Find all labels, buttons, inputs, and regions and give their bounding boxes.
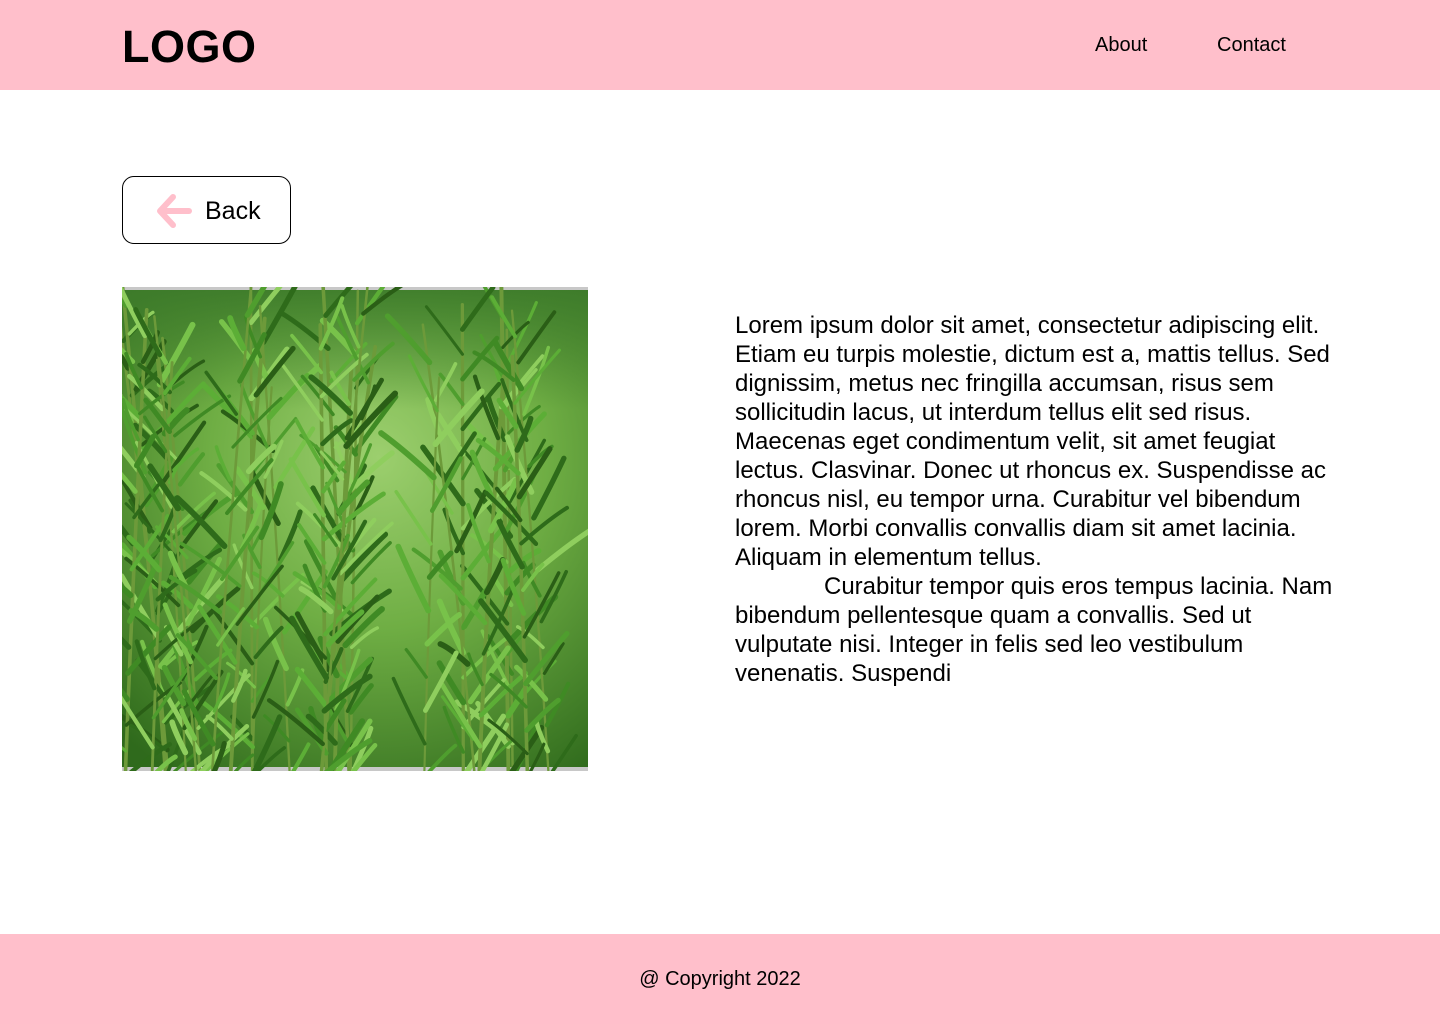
rosemary-photo <box>122 287 588 771</box>
body-text: Lorem ipsum dolor sit amet, consectetur … <box>735 311 1335 688</box>
body-paragraph-1: Lorem ipsum dolor sit amet, consectetur … <box>735 312 1330 571</box>
back-button-label: Back <box>205 197 261 225</box>
site-footer: @ Copyright 2022 <box>0 934 1440 1024</box>
page: LOGO About Contact Back Lorem ipsum dolo… <box>0 0 1440 1024</box>
body-paragraph-2: Curabitur tempor quis eros tempus lacini… <box>735 573 1333 687</box>
nav-link-contact[interactable]: Contact <box>1217 33 1286 57</box>
copyright-text: @ Copyright 2022 <box>639 968 801 990</box>
nav-link-about[interactable]: About <box>1095 33 1147 57</box>
arrow-left-icon <box>155 193 193 229</box>
back-button[interactable]: Back <box>122 176 291 244</box>
rosemary-image <box>122 287 588 771</box>
logo[interactable]: LOGO <box>122 22 257 72</box>
site-header: LOGO About Contact <box>0 0 1440 90</box>
